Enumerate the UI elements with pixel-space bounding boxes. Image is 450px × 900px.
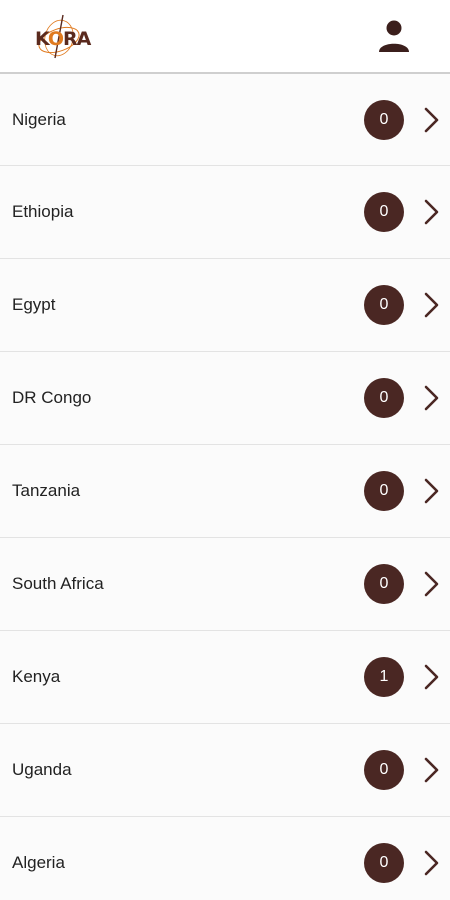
chevron-right-icon [422,384,440,412]
country-row-algeria[interactable]: Algeria 0 [0,817,450,900]
count-badge: 0 [364,843,404,883]
country-name: Algeria [12,853,65,872]
count-badge: 0 [364,750,404,790]
country-row-egypt[interactable]: Egypt 0 [0,259,450,352]
count-badge: 0 [364,192,404,232]
header-bar: KORA [0,0,450,74]
chevron-right-icon [422,291,440,319]
country-row-south-africa[interactable]: South Africa 0 [0,538,450,631]
country-name: DR Congo [12,388,92,407]
country-row-uganda[interactable]: Uganda 0 [0,724,450,817]
chevron-right-icon [422,663,440,691]
chevron-right-icon [422,198,440,226]
country-row-ethiopia[interactable]: Ethiopia 0 [0,166,450,259]
kora-logo[interactable]: KORA [33,12,91,60]
country-name: Nigeria [12,109,66,129]
country-name: Uganda [12,760,72,779]
chevron-right-icon [422,477,440,505]
country-name: Tanzania [12,481,81,500]
user-profile-icon[interactable] [376,18,412,54]
country-name: Egypt [12,295,56,314]
country-row-tanzania[interactable]: Tanzania 0 [0,445,450,538]
count-badge: 0 [364,285,404,325]
country-name: South Africa [12,574,104,593]
country-row-dr-congo[interactable]: DR Congo 0 [0,352,450,445]
app-screen: KORA Nigeria 0 Ethiopia 0 Egypt 0 DR Con… [0,0,450,900]
chevron-right-icon [422,756,440,784]
country-name: Kenya [12,667,61,686]
chevron-right-icon [422,570,440,598]
count-badge: 0 [364,471,404,511]
country-name: Ethiopia [12,202,74,221]
chevron-right-icon [422,106,440,134]
logo-wordmark: KORA [35,28,91,50]
country-list: Nigeria 0 Ethiopia 0 Egypt 0 DR Congo 0 [0,74,450,900]
chevron-right-icon [422,849,440,877]
count-badge: 0 [364,378,404,418]
country-row-nigeria[interactable]: Nigeria 0 [0,74,450,166]
count-badge: 1 [364,657,404,697]
count-badge: 0 [364,564,404,604]
count-badge: 0 [364,99,404,140]
country-row-kenya[interactable]: Kenya 1 [0,631,450,724]
